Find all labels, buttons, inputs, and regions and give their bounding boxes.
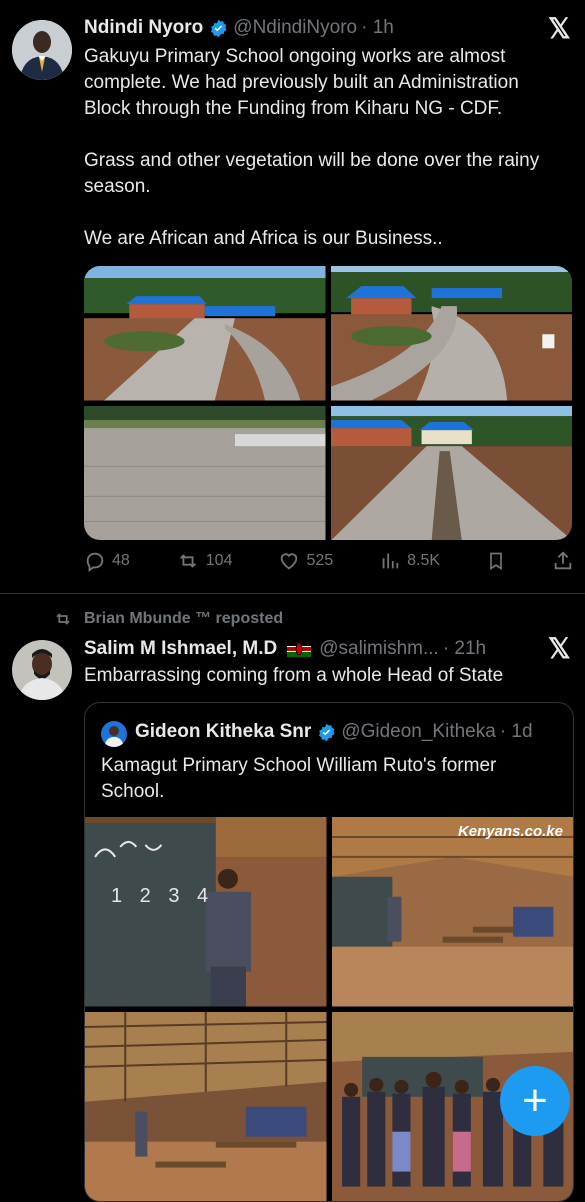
verified-badge-icon <box>211 19 227 37</box>
person-avatar-image <box>12 640 72 700</box>
school-grounds-image <box>330 266 572 401</box>
photo-school-path-1[interactable] <box>84 266 326 401</box>
display-name[interactable]: Salim M Ishmael, M.D <box>84 638 277 660</box>
photo-classroom-chalkboard[interactable]: 1 2 3 4 <box>85 817 327 1007</box>
heart-icon <box>281 553 298 570</box>
reply-count: 48 <box>112 552 130 569</box>
tweet-actions-bar: 48 104 525 8.5K <box>84 550 574 572</box>
text-line: We are African and Africa is our Busines… <box>84 228 443 249</box>
text-line: season. <box>84 176 151 197</box>
reply-button[interactable]: 48 <box>84 550 130 572</box>
tweet-text: Embarrassing coming from a whole Head of… <box>84 665 504 686</box>
photo-classroom-roof[interactable] <box>85 1011 327 1201</box>
text-line: Grass and other vegetation will be done … <box>84 150 540 171</box>
school-grounds-image <box>84 266 326 401</box>
photo-school-path-2[interactable] <box>330 266 572 401</box>
tweet-divider <box>0 593 585 594</box>
text-line: School. <box>101 781 165 802</box>
like-button[interactable]: 525 <box>278 550 333 572</box>
kenyans-watermark: Kenyans.co.ke <box>457 823 563 840</box>
compose-post-button[interactable]: + <box>500 1066 570 1136</box>
avatar-ndindi-nyoro[interactable] <box>12 20 72 80</box>
avatar-gideon-kitheka[interactable] <box>101 721 127 747</box>
photo-classroom-wide[interactable]: Kenyans.co.ke <box>331 817 573 1007</box>
photo-paved-courtyard[interactable] <box>84 405 326 540</box>
handle[interactable]: @NdindiNyoro <box>233 17 357 39</box>
avatar-salim-ishmael[interactable] <box>12 640 72 700</box>
bookmark-button[interactable] <box>486 550 506 572</box>
classroom-roof-image <box>85 1011 327 1201</box>
quoted-tweet-card[interactable]: Gideon Kitheka Snr @Gideon_Kitheka · 1d … <box>84 702 574 1202</box>
text-line: complete. We had previously built an Adm… <box>84 72 519 93</box>
repost-context[interactable]: Brian Mbunde ™ reposted <box>52 610 283 628</box>
reposted-by-label: Brian Mbunde ™ reposted <box>84 610 284 627</box>
timestamp[interactable]: · 21h <box>443 638 486 660</box>
verified-badge-icon <box>319 723 335 741</box>
share-icon <box>554 551 572 570</box>
kenya-flag-icon <box>287 641 312 657</box>
person-avatar-image <box>101 721 127 747</box>
handle[interactable]: @salimishm... <box>319 638 439 660</box>
paved-area-image <box>84 405 326 540</box>
quoted-tweet-text: Kamagut Primary School William Ruto's fo… <box>101 753 561 805</box>
photo-school-walkway[interactable] <box>330 405 572 540</box>
plus-icon: + <box>522 1076 548 1125</box>
tweet-text: Gakuyu Primary School ongoing works are … <box>84 44 579 252</box>
views-button[interactable]: 8.5K <box>379 550 440 572</box>
display-name[interactable]: Ndindi Nyoro <box>84 17 203 39</box>
text-line: Gakuyu Primary School ongoing works are … <box>84 46 506 67</box>
classroom-interior-image <box>331 817 573 1007</box>
classroom-chalkboard-image <box>85 817 327 1007</box>
quoted-handle[interactable]: @Gideon_Kitheka <box>341 721 496 743</box>
person-avatar-image <box>12 20 72 80</box>
share-button[interactable] <box>552 550 574 572</box>
repost-icon <box>56 613 70 625</box>
views-chart-icon <box>382 553 399 569</box>
quoted-photo-grid: 1 2 3 4 Kenyans.co.ke <box>85 817 573 1201</box>
quoted-timestamp[interactable]: · 1d <box>500 721 533 743</box>
repost-button[interactable]: 104 <box>176 550 233 572</box>
x-logo-icon: 𝕏 <box>548 13 571 44</box>
reply-icon <box>86 552 104 572</box>
quoted-display-name[interactable]: Gideon Kitheka Snr <box>135 721 311 743</box>
repost-icon <box>179 554 196 568</box>
tweet-ndindi-nyoro[interactable]: Ndindi Nyoro @NdindiNyoro · 1h 𝕏 Gakuyu … <box>0 0 585 590</box>
repost-count: 104 <box>205 552 233 569</box>
school-walkway-image <box>330 405 572 540</box>
timestamp[interactable]: · 1h <box>361 17 394 39</box>
bookmark-icon <box>490 552 502 571</box>
text-line: Kamagut Primary School William Ruto's fo… <box>101 755 497 776</box>
x-logo-icon: 𝕏 <box>548 633 571 664</box>
like-count: 525 <box>306 552 334 569</box>
view-count: 8.5K <box>407 552 441 569</box>
chalkboard-numbers: 1 2 3 4 <box>111 885 215 907</box>
tweet-photo-grid <box>84 266 572 540</box>
text-line: Block through the Funding from Kiharu NG… <box>84 98 503 119</box>
